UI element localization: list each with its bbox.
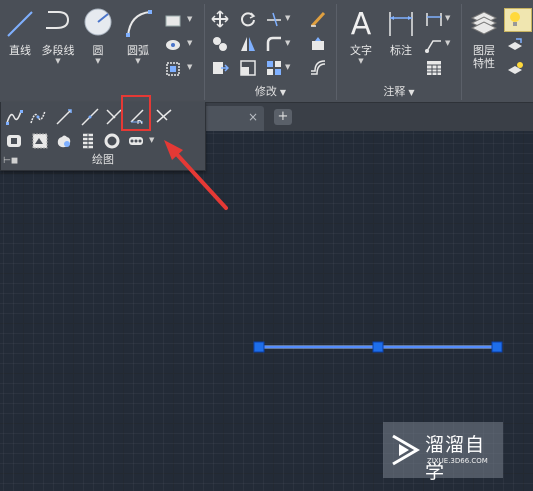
watermark-logo-icon xyxy=(392,434,420,466)
annotation-arrow xyxy=(164,140,228,210)
watermark-url: ZIXUE.3D66.COM xyxy=(427,457,488,465)
watermark: 溜溜自学 ZIXUE.3D66.COM xyxy=(383,422,503,483)
